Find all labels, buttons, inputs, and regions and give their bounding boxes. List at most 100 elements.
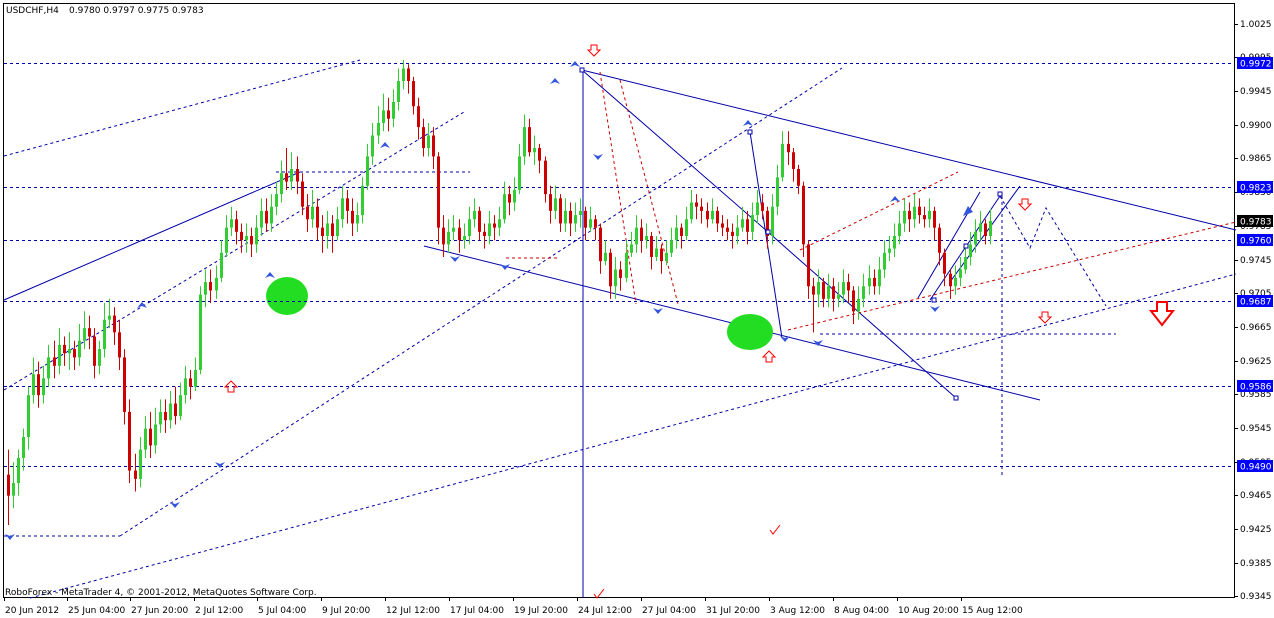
bear-candle	[37, 374, 40, 396]
level-tag-label: 0.9823	[1240, 184, 1272, 194]
bull-candle	[103, 319, 106, 350]
price-tick-label: 1.0025	[1240, 20, 1272, 30]
bull-candle	[488, 223, 491, 237]
bear-candle	[984, 223, 987, 237]
bull-candle	[194, 370, 197, 387]
price-tick-label: 0.9465	[1240, 491, 1272, 501]
wave-line-c	[767, 231, 957, 399]
fractal-down-marker	[780, 336, 790, 342]
bull-candle	[42, 378, 45, 396]
down-arrow-icon	[586, 44, 602, 57]
fractal-down-marker	[450, 256, 460, 262]
bull-candle	[311, 206, 314, 220]
bear-candle	[63, 344, 66, 354]
bull-candle	[883, 252, 886, 270]
bull-candle	[199, 294, 202, 371]
bear-candle	[351, 210, 354, 224]
bull-candle	[280, 173, 283, 195]
bear-candle	[943, 252, 946, 274]
bear-candle	[538, 148, 541, 161]
bear-candle	[93, 336, 96, 366]
chart-canvas[interactable]: 1.00250.99950.99450.99000.98650.98300.97…	[0, 0, 1274, 618]
bear-candle	[812, 286, 815, 295]
level-tag-label: 0.9687	[1240, 298, 1272, 308]
up-arrow-icon	[761, 350, 777, 363]
bull-candle	[518, 156, 521, 190]
time-tick-label: 15 Aug 12:00	[962, 606, 1023, 616]
bull-candle	[397, 81, 400, 102]
bear-candle	[306, 206, 309, 220]
check-mark-icon	[593, 588, 605, 599]
level-tag-label: 0.9760	[1240, 237, 1272, 247]
bear-candle	[240, 231, 243, 241]
price-tick-label: 0.9385	[1240, 559, 1272, 569]
bull-candle	[447, 231, 450, 245]
bull-candle	[47, 357, 50, 379]
bull-candle	[827, 286, 830, 299]
bull-candle	[959, 269, 962, 278]
time-axis-ticks: 20 Jun 2012 25 Jun 04:00 27 Jun 20:00 2 Jul…	[4, 597, 1023, 616]
bear-candle	[787, 143, 790, 153]
bear-candle	[726, 227, 729, 232]
price-tick-label: 0.9665	[1240, 323, 1272, 333]
price-axis-ticks: 1.00250.99950.99450.99000.98650.98300.97…	[1234, 20, 1272, 602]
bear-candle	[134, 470, 137, 479]
bull-candle	[159, 411, 162, 425]
bear-candle	[721, 223, 724, 228]
bull-candle	[179, 395, 182, 417]
bull-candle	[139, 449, 142, 479]
bull-candle	[326, 223, 329, 237]
bear-candle	[746, 219, 749, 232]
bull-candle	[913, 206, 916, 220]
bear-candle	[123, 357, 126, 412]
bull-candle	[356, 215, 359, 224]
bull-candle	[230, 219, 233, 228]
bear-candle	[761, 202, 764, 211]
bull-candle	[245, 236, 248, 241]
bull-candle	[336, 219, 339, 237]
anchor-point	[765, 229, 771, 235]
bear-candle	[128, 411, 131, 471]
bull-candle	[645, 236, 648, 241]
anchor-point	[997, 191, 1003, 197]
bear-candle	[731, 231, 734, 237]
anchor-point	[953, 395, 959, 401]
price-tick-label: 0.9425	[1240, 525, 1272, 535]
dashed-line-4	[29, 273, 1237, 599]
fractal-markers	[5, 61, 973, 540]
bull-candle	[670, 240, 673, 253]
bear-candle	[432, 135, 435, 157]
level-tag-label: 0.9586	[1240, 383, 1272, 393]
bear-candle	[847, 282, 850, 291]
bear-candle	[802, 185, 805, 245]
fractal-down-marker	[170, 502, 180, 508]
bear-candle	[594, 219, 597, 228]
bull-candle	[564, 210, 567, 224]
time-tick-label: 24 Jul 12:00	[578, 606, 632, 616]
bull-candle	[579, 210, 582, 216]
up-arrow-icon	[223, 380, 239, 393]
price-tick-label: 0.9545	[1240, 424, 1272, 434]
bear-candle	[113, 315, 116, 333]
bull-candle	[452, 227, 455, 232]
bear-candle	[716, 210, 719, 224]
bull-candle	[215, 277, 218, 291]
bull-candle	[878, 269, 881, 287]
bear-candle	[544, 160, 547, 195]
dashed-channels	[3, 59, 1237, 599]
price-chart[interactable]: 1.00250.99950.99450.99000.98650.98300.97…	[0, 0, 1274, 618]
bull-candle	[837, 294, 840, 299]
bull-candle	[554, 198, 557, 211]
bull-candle	[893, 236, 896, 249]
time-tick-label: 17 Jul 04:00	[450, 606, 504, 616]
fractal-up-marker	[265, 272, 275, 278]
price-tick-label: 0.9345	[1240, 592, 1272, 602]
bull-candle	[756, 202, 759, 216]
bull-candle	[58, 344, 61, 366]
bear-candle	[331, 223, 334, 237]
bear-candle	[174, 403, 177, 417]
forecast-path	[999, 195, 1107, 307]
bull-candle	[341, 198, 344, 220]
fractal-up-marker	[570, 61, 580, 67]
bear-candle	[508, 194, 511, 203]
